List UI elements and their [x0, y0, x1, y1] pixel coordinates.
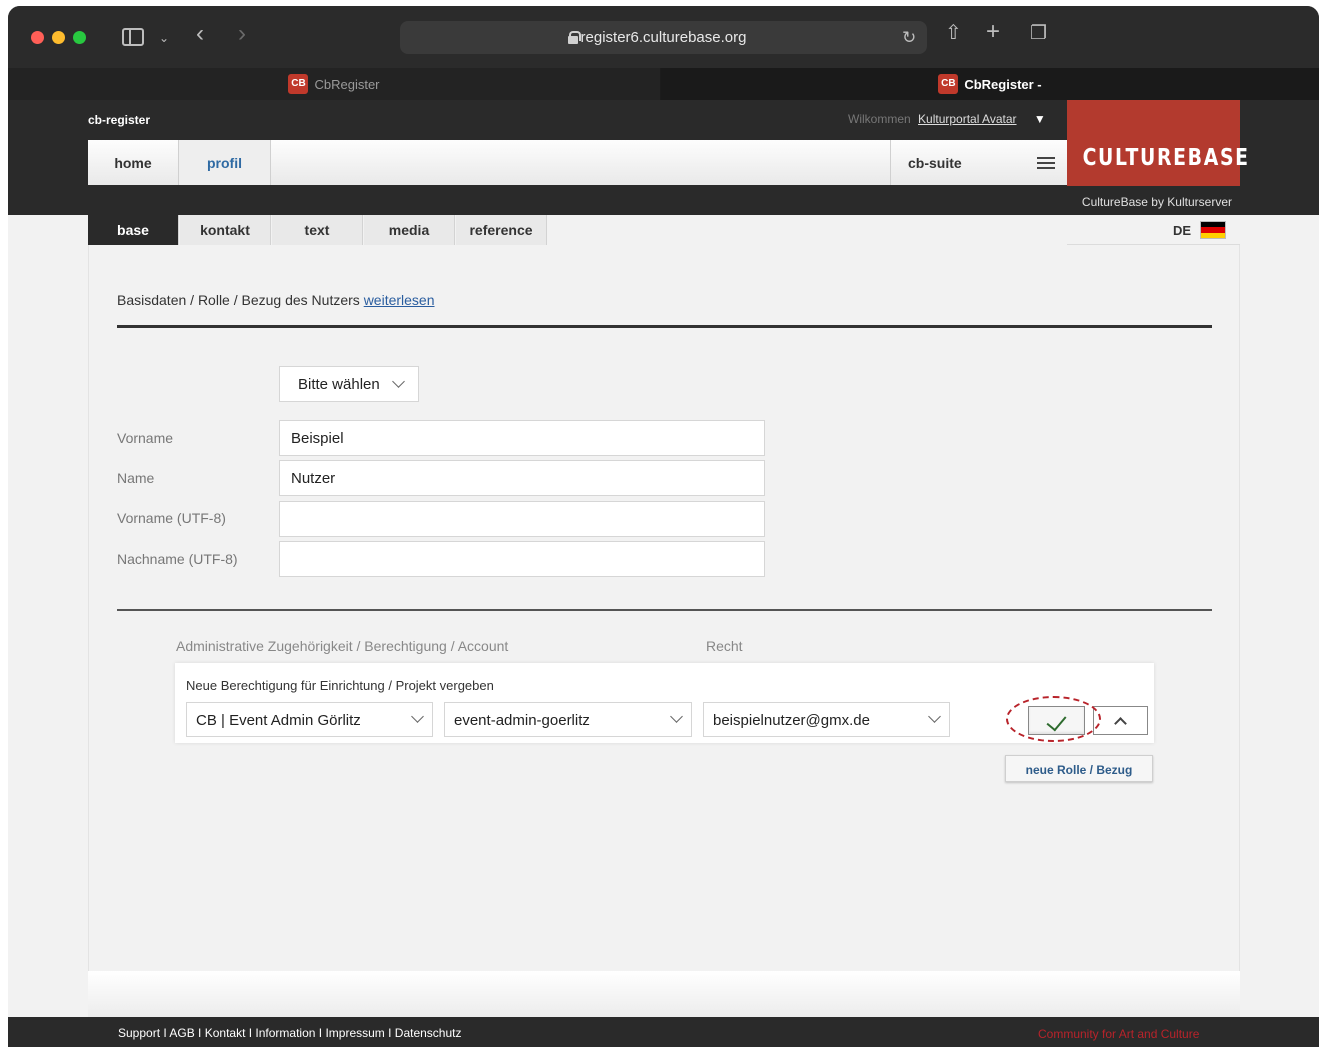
minimize-window-button[interactable] [52, 31, 65, 44]
recht-value: beispielnutzer@gmx.de [713, 712, 870, 729]
recht-column-header: Recht [706, 638, 743, 654]
main-content: Basisdaten / Rolle / Bezug des Nutzers w… [88, 245, 1240, 971]
user-menu-link[interactable]: Kulturportal Avatar [918, 112, 1017, 126]
url-text: register6.culturebase.org [580, 29, 747, 46]
institution-value: CB | Event Admin Görlitz [196, 712, 361, 729]
sidebar-toggle-icon[interactable] [122, 28, 144, 46]
language-code: DE [1173, 223, 1192, 238]
tab-base[interactable]: base [88, 215, 179, 245]
divider [117, 609, 1212, 611]
chevron-down-icon [411, 710, 424, 723]
first-name-field[interactable]: Beispiel [279, 420, 765, 456]
divider [117, 325, 1212, 328]
chevron-down-icon [670, 710, 683, 723]
last-name-label: Name [117, 470, 155, 486]
tab-media[interactable]: media [364, 215, 455, 245]
tab-bar: CB CbRegister CB CbRegister - [8, 68, 1319, 100]
footer: Support I AGB I Kontakt I Information I … [8, 1017, 1319, 1047]
institution-select[interactable]: CB | Event Admin Görlitz [186, 702, 433, 737]
cb-favicon-icon: CB [288, 74, 309, 94]
intro-text: Basisdaten / Rolle / Bezug des Nutzers w… [117, 292, 435, 308]
tab-overview-icon[interactable]: ❐ [1030, 24, 1047, 44]
footer-bar [88, 971, 1240, 1017]
zoom-window-button[interactable] [73, 31, 86, 44]
main-nav: home profil cb-suite [88, 140, 1067, 185]
cb-favicon-icon: CB [938, 74, 959, 94]
language-switcher[interactable]: DE [1067, 215, 1240, 245]
tab-kontakt[interactable]: kontakt [180, 215, 271, 245]
logo-subtitle: CultureBase by Kulturserver [1081, 195, 1232, 209]
browser-tab-2[interactable]: CB CbRegister - [661, 68, 1319, 100]
hamburger-icon[interactable] [1037, 157, 1055, 169]
permission-box: Neue Berechtigung für Einrichtung / Proj… [175, 663, 1154, 743]
chevron-down-icon [928, 710, 941, 723]
footer-links[interactable]: Support I AGB I Kontakt I Information I … [118, 1026, 462, 1040]
new-tab-icon[interactable]: + [986, 20, 1000, 44]
last-name-utf8-label: Nachname (UTF-8) [117, 551, 238, 567]
share-icon[interactable]: ⇧ [945, 23, 962, 43]
browser-tab-1[interactable]: CB CbRegister [8, 68, 660, 100]
tab-label: CbRegister - [964, 76, 1042, 92]
intro-label: Basisdaten / Rolle / Bezug des Nutzers [117, 292, 364, 308]
footer-slogan: Community for Art and Culture [1038, 1027, 1200, 1041]
address-bar[interactable]: register6.culturebase.org ↻ [400, 21, 927, 54]
new-role-button[interactable]: neue Rolle / Bezug [1005, 755, 1153, 782]
site: cb-register Wilkommen Kulturportal Avata… [8, 100, 1319, 1047]
nav-profil[interactable]: profil [179, 140, 271, 185]
welcome-area: Wilkommen Kulturportal Avatar ▼ [848, 112, 1046, 126]
tab-reference[interactable]: reference [456, 215, 547, 245]
close-window-button[interactable] [31, 31, 44, 44]
german-flag-icon[interactable] [1200, 221, 1226, 239]
chevron-down-icon[interactable]: ⌄ [159, 28, 169, 48]
logo-text: CULTUREBASE [1082, 145, 1250, 171]
first-name-label: Vorname [117, 430, 174, 446]
reload-icon[interactable]: ↻ [902, 28, 916, 48]
chevron-down-icon [392, 375, 405, 388]
first-name-utf8-label: Vorname (UTF-8) [117, 510, 226, 526]
browser-toolbar: ⌄ ‹ › register6.culturebase.org ↻ ⇧ + ❐ [8, 6, 1319, 68]
tab-label: CbRegister [314, 76, 380, 92]
recht-select[interactable]: beispielnutzer@gmx.de [703, 702, 950, 737]
read-more-link[interactable]: weiterlesen [364, 292, 435, 308]
nav-cb-suite-label: cb-suite [908, 154, 962, 171]
welcome-label: Wilkommen [848, 112, 911, 126]
highlight-circle [1006, 696, 1101, 742]
tab-text[interactable]: text [272, 215, 363, 245]
first-name-utf8-field[interactable] [279, 501, 765, 537]
forward-icon[interactable]: › [238, 22, 246, 46]
salutation-select[interactable]: Bitte wählen [279, 366, 419, 402]
salutation-value: Bitte wählen [298, 376, 380, 393]
last-name-field[interactable]: Nutzer [279, 460, 765, 496]
culturebase-logo[interactable]: CULTUREBASE [1067, 100, 1250, 186]
brand-label: cb-register [88, 113, 151, 127]
site-header: cb-register Wilkommen Kulturportal Avata… [8, 100, 1319, 215]
last-name-utf8-field[interactable] [279, 541, 765, 577]
account-select[interactable]: event-admin-goerlitz [444, 702, 692, 737]
permission-box-title: Neue Berechtigung für Einrichtung / Proj… [186, 678, 494, 693]
nav-cb-suite[interactable]: cb-suite [890, 140, 1067, 185]
collapse-up-button[interactable] [1093, 706, 1148, 735]
account-value: event-admin-goerlitz [454, 712, 590, 729]
nav-home[interactable]: home [88, 140, 179, 185]
back-icon[interactable]: ‹ [196, 22, 204, 46]
admin-column-header: Administrative Zugehörigkeit / Berechtig… [176, 638, 509, 654]
browser-window: ⌄ ‹ › register6.culturebase.org ↻ ⇧ + ❐ … [8, 6, 1319, 1047]
caret-down-icon[interactable]: ▼ [1034, 112, 1046, 126]
